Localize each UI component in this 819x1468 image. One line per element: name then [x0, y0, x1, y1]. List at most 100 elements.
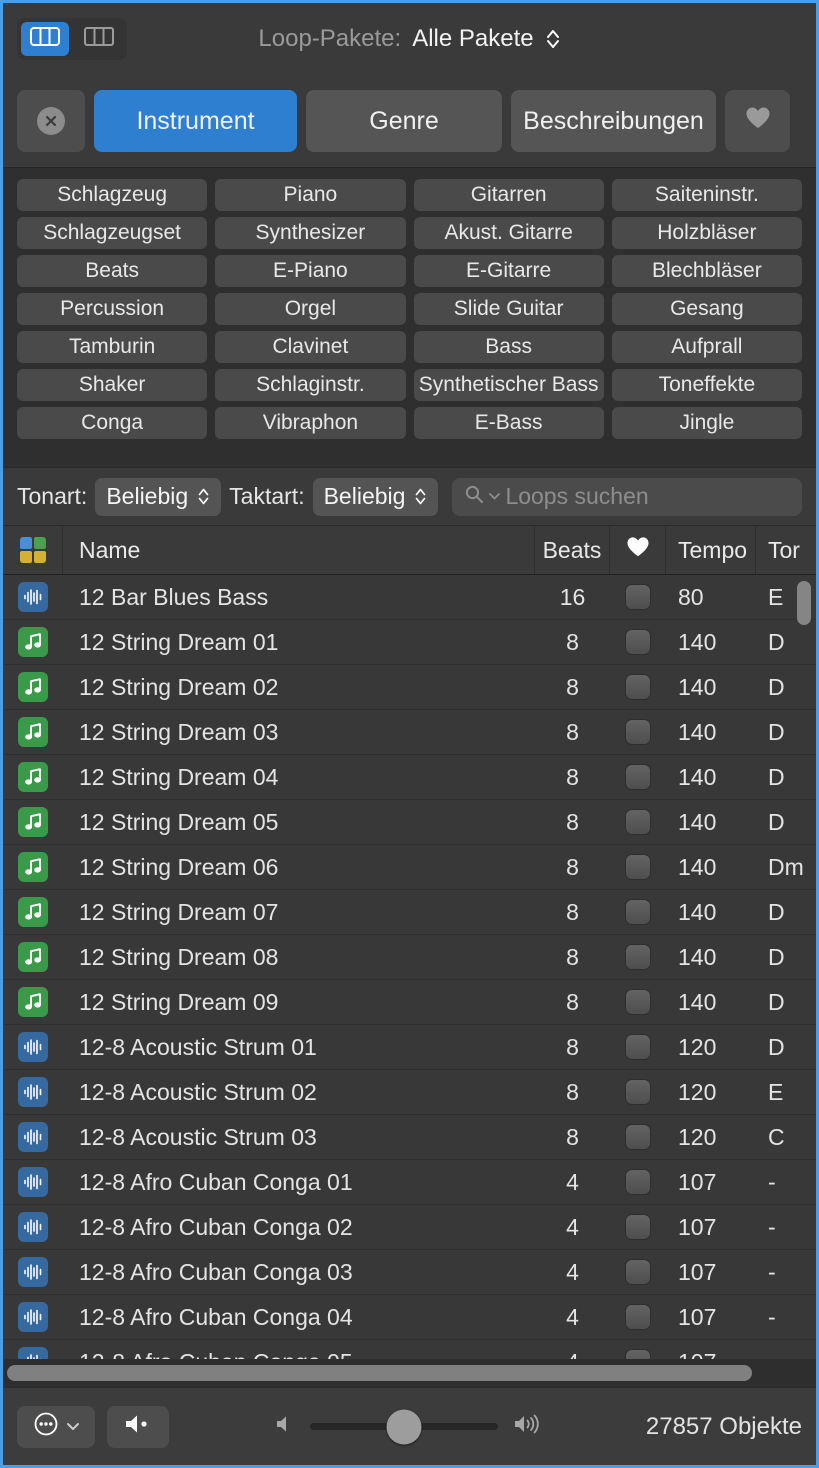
category-button[interactable]: Synthesizer	[215, 217, 405, 249]
split-view-button[interactable]	[75, 22, 123, 56]
table-row[interactable]: 12 Bar Blues Bass1680E	[3, 575, 816, 620]
category-button[interactable]: Schlagzeugset	[17, 217, 207, 249]
loop-packages-value[interactable]: Alle Pakete	[412, 25, 533, 53]
category-button[interactable]: Schlaginstr.	[215, 369, 405, 401]
category-button[interactable]: Vibraphon	[215, 407, 405, 439]
category-button[interactable]: Synthetischer Bass	[414, 369, 604, 401]
category-button[interactable]: Orgel	[215, 293, 405, 325]
category-button[interactable]: Gitarren	[414, 179, 604, 211]
category-button[interactable]: Piano	[215, 179, 405, 211]
tab-instrument-label: Instrument	[136, 107, 254, 136]
favorite-checkbox[interactable]	[625, 854, 651, 880]
favorite-checkbox[interactable]	[625, 809, 651, 835]
favorite-checkbox[interactable]	[625, 1079, 651, 1105]
category-button[interactable]: Slide Guitar	[414, 293, 604, 325]
reset-filter-button[interactable]	[17, 90, 85, 152]
loop-type-icon-cell	[3, 717, 63, 747]
table-row[interactable]: 12 String Dream 018140D	[3, 620, 816, 665]
preview-audio-button[interactable]	[107, 1406, 169, 1448]
table-row[interactable]: 12 String Dream 028140D	[3, 665, 816, 710]
favorite-checkbox[interactable]	[625, 989, 651, 1015]
column-header-type[interactable]	[3, 526, 63, 574]
tab-instrument[interactable]: Instrument	[94, 90, 297, 152]
tab-beschreibungen[interactable]: Beschreibungen	[511, 90, 716, 152]
category-button[interactable]: Beats	[17, 255, 207, 287]
key-select[interactable]: Beliebig	[95, 478, 221, 516]
column-header-favorite[interactable]	[610, 526, 666, 574]
favorite-checkbox[interactable]	[625, 584, 651, 610]
favorite-checkbox[interactable]	[625, 674, 651, 700]
favorite-checkbox[interactable]	[625, 899, 651, 925]
tab-genre[interactable]: Genre	[306, 90, 502, 152]
vertical-scrollbar-thumb[interactable]	[797, 581, 811, 625]
favorite-checkbox[interactable]	[625, 1214, 651, 1240]
time-signature-select[interactable]: Beliebig	[313, 478, 439, 516]
category-button[interactable]: Conga	[17, 407, 207, 439]
loop-favorite-cell	[610, 944, 666, 970]
table-row[interactable]: 12-8 Afro Cuban Conga 024107-	[3, 1205, 816, 1250]
key-label: Tonart:	[17, 483, 87, 510]
column-header-beats[interactable]: Beats	[535, 526, 610, 574]
table-row[interactable]: 12-8 Afro Cuban Conga 054107-	[3, 1340, 816, 1359]
music-note-icon	[18, 672, 48, 702]
category-button[interactable]: Toneffekte	[612, 369, 802, 401]
category-button[interactable]: Blechbläser	[612, 255, 802, 287]
search-chevron-down-icon[interactable]	[488, 488, 501, 506]
loop-beats: 8	[535, 1079, 610, 1106]
volume-slider[interactable]	[310, 1423, 498, 1430]
favorite-checkbox[interactable]	[625, 719, 651, 745]
category-button[interactable]: Shaker	[17, 369, 207, 401]
table-row[interactable]: 12 String Dream 048140D	[3, 755, 816, 800]
category-button[interactable]: Aufprall	[612, 331, 802, 363]
table-row[interactable]: 12 String Dream 068140Dm	[3, 845, 816, 890]
category-button[interactable]: Akust. Gitarre	[414, 217, 604, 249]
favorite-checkbox[interactable]	[625, 1304, 651, 1330]
column-header-name[interactable]: Name	[63, 526, 535, 574]
category-button[interactable]: Percussion	[17, 293, 207, 325]
category-button[interactable]: Gesang	[612, 293, 802, 325]
favorite-checkbox[interactable]	[625, 1349, 651, 1359]
vertical-scrollbar[interactable]	[794, 579, 814, 1355]
favorite-checkbox[interactable]	[625, 944, 651, 970]
column-view-button[interactable]	[21, 22, 69, 56]
table-row[interactable]: 12 String Dream 078140D	[3, 890, 816, 935]
chevron-updown-icon[interactable]	[545, 28, 561, 50]
category-button[interactable]: E-Bass	[414, 407, 604, 439]
table-row[interactable]: 12-8 Afro Cuban Conga 014107-	[3, 1160, 816, 1205]
horizontal-scrollbar-thumb[interactable]	[7, 1365, 752, 1381]
table-row[interactable]: 12-8 Afro Cuban Conga 034107-	[3, 1250, 816, 1295]
favorites-filter-button[interactable]	[725, 90, 790, 152]
category-button[interactable]: Schlagzeug	[17, 179, 207, 211]
table-row[interactable]: 12-8 Acoustic Strum 018120D	[3, 1025, 816, 1070]
table-row[interactable]: 12 String Dream 098140D	[3, 980, 816, 1025]
column-header-key[interactable]: Tor	[756, 526, 816, 574]
favorite-checkbox[interactable]	[625, 1034, 651, 1060]
search-input[interactable]: Loops suchen	[452, 478, 802, 516]
horizontal-scrollbar[interactable]	[3, 1359, 816, 1387]
category-label: Conga	[81, 411, 143, 435]
category-button[interactable]: Saiteninstr.	[612, 179, 802, 211]
favorite-checkbox[interactable]	[625, 629, 651, 655]
music-note-icon	[18, 852, 48, 882]
table-row[interactable]: 12-8 Acoustic Strum 038120C	[3, 1115, 816, 1160]
favorite-checkbox[interactable]	[625, 1169, 651, 1195]
loop-list[interactable]: 12 Bar Blues Bass1680E12 String Dream 01…	[3, 575, 816, 1359]
table-row[interactable]: 12-8 Acoustic Strum 028120E	[3, 1070, 816, 1115]
table-row[interactable]: 12 String Dream 058140D	[3, 800, 816, 845]
table-row[interactable]: 12 String Dream 038140D	[3, 710, 816, 755]
category-button[interactable]: Jingle	[612, 407, 802, 439]
category-button[interactable]: Clavinet	[215, 331, 405, 363]
category-button[interactable]: E-Gitarre	[414, 255, 604, 287]
favorite-checkbox[interactable]	[625, 1124, 651, 1150]
category-button[interactable]: Bass	[414, 331, 604, 363]
favorite-checkbox[interactable]	[625, 764, 651, 790]
volume-slider-thumb[interactable]	[386, 1409, 421, 1444]
column-header-tempo[interactable]: Tempo	[666, 526, 756, 574]
category-button[interactable]: Tamburin	[17, 331, 207, 363]
category-button[interactable]: E-Piano	[215, 255, 405, 287]
table-row[interactable]: 12-8 Afro Cuban Conga 044107-	[3, 1295, 816, 1340]
favorite-checkbox[interactable]	[625, 1259, 651, 1285]
table-row[interactable]: 12 String Dream 088140D	[3, 935, 816, 980]
action-menu-button[interactable]	[17, 1406, 95, 1448]
category-button[interactable]: Holzbläser	[612, 217, 802, 249]
